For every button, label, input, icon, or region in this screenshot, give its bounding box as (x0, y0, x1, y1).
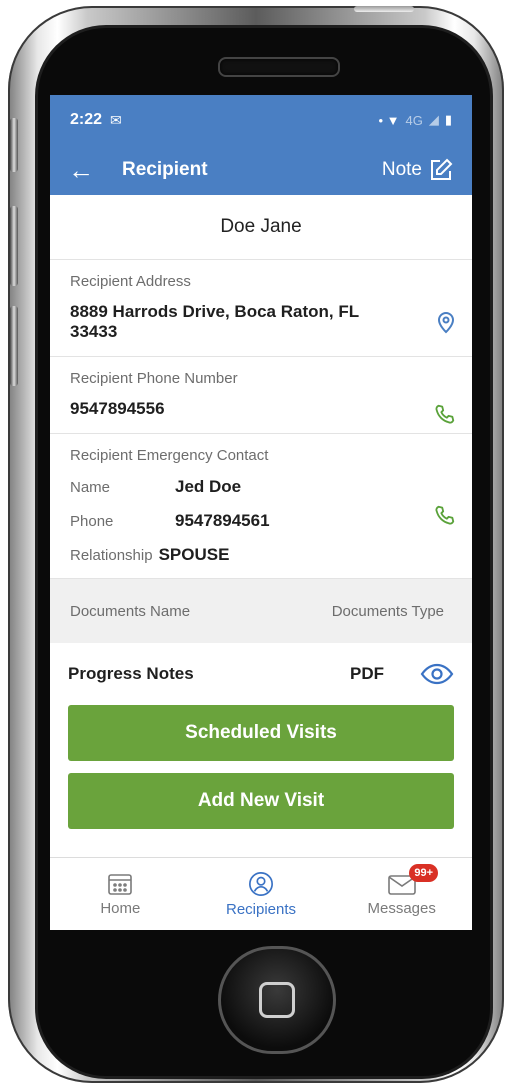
tab-recipients[interactable]: Recipients (191, 858, 332, 930)
documents-name-header: Documents Name (70, 602, 191, 620)
earpiece-speaker (218, 57, 340, 77)
scheduled-visits-button[interactable]: Scheduled Visits (68, 705, 454, 761)
location-pin-icon[interactable] (436, 312, 456, 334)
emergency-relationship-key: Relationship (70, 546, 153, 564)
address-value: 8889 Harrods Drive, Boca Raton, FL 33433 (70, 302, 359, 341)
status-time: 2:22 (70, 111, 103, 128)
bottom-tab-bar: Home Recipients 99+ Messages (50, 857, 472, 930)
document-name: Progress Notes (68, 664, 194, 683)
volume-up-button (10, 206, 18, 286)
phone-label: Recipient Phone Number (70, 370, 238, 387)
tab-home-label: Home (100, 899, 141, 917)
emergency-name-value: Jed Doe (175, 477, 242, 496)
messages-badge: 99+ (409, 864, 439, 882)
app-screen: 2:22 ✉ • ▼ 4G ◢ ▮ ← Recipient Note Doe J… (50, 95, 472, 930)
network-type: 4G (405, 112, 423, 128)
add-new-visit-button[interactable]: Add New Visit (68, 773, 454, 829)
home-button[interactable] (218, 946, 336, 1054)
emergency-name-row: Name Jed Doe (70, 470, 452, 504)
emergency-section: Recipient Emergency Contact Name Jed Doe… (50, 434, 472, 579)
recipient-name: Doe Jane (50, 195, 472, 260)
user-icon (249, 871, 273, 896)
phone-section: Recipient Phone Number 9547894556 (50, 357, 472, 434)
tab-messages-label: Messages (367, 899, 436, 917)
status-bar: 2:22 ✉ • ▼ 4G ◢ ▮ (50, 95, 472, 145)
mute-switch (10, 118, 18, 172)
document-type: PDF (350, 664, 384, 683)
signal-icon: ◢ (428, 112, 439, 127)
note-button[interactable]: Note (382, 157, 454, 183)
home-square-icon (259, 982, 295, 1018)
emergency-phone-row: Phone 9547894561 (70, 504, 452, 538)
address-section: Recipient Address 8889 Harrods Drive, Bo… (50, 260, 472, 357)
tab-home[interactable]: Home (50, 858, 191, 930)
tab-recipients-label: Recipients (225, 900, 297, 918)
emergency-relationship-value: SPOUSE (158, 545, 230, 564)
tab-messages[interactable]: 99+ Messages (331, 858, 472, 930)
phone-value: 9547894556 (70, 399, 165, 418)
page-title: Recipient (122, 159, 208, 180)
address-label: Recipient Address (70, 273, 191, 290)
phone-icon[interactable] (434, 403, 456, 425)
documents-header: Documents Name Documents Type (50, 579, 472, 643)
back-arrow-icon[interactable]: ← (68, 157, 108, 183)
emergency-relationship-row: Relationship SPOUSE (70, 538, 452, 572)
app-header: ← Recipient Note (50, 145, 472, 195)
wifi-icon: • ▼ (378, 112, 400, 128)
eye-icon[interactable] (420, 663, 454, 685)
notification-mail-icon: ✉ (110, 111, 122, 128)
battery-icon: ▮ (444, 112, 452, 127)
note-button-label: Note (381, 159, 422, 180)
volume-down-button (10, 306, 18, 386)
edit-icon (431, 158, 453, 180)
emergency-phone-value: 9547894561 (175, 511, 270, 530)
calendar-icon (108, 873, 133, 895)
power-button (354, 6, 414, 12)
emergency-name-key: Name (70, 478, 111, 496)
documents-type-header: Documents Type (331, 602, 444, 620)
status-indicators: • ▼ 4G ◢ ▮ (378, 112, 452, 128)
emergency-phone-key: Phone (70, 512, 114, 530)
emergency-phone-icon[interactable] (434, 504, 456, 526)
emergency-label: Recipient Emergency Contact (70, 447, 269, 464)
document-row: Progress Notes PDF (50, 643, 472, 705)
